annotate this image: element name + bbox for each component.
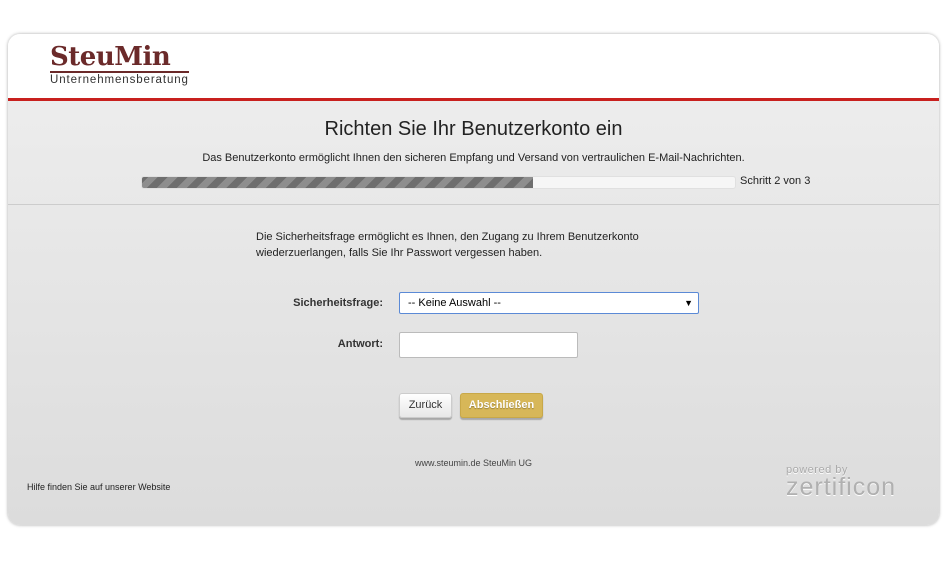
select-value: -- Keine Auswahl -- — [408, 297, 501, 309]
page-title: Richten Sie Ihr Benutzerkonto ein — [324, 118, 623, 140]
info-text: Die Sicherheitsfrage ermöglicht es Ihnen… — [256, 231, 639, 259]
answer-input[interactable] — [399, 332, 578, 358]
setup-card: SteuMin Unternehmensberatung Richten Sie… — [8, 34, 939, 525]
page-subtitle: Das Benutzerkonto ermöglicht Ihnen den s… — [202, 152, 745, 164]
help-text[interactable]: Hilfe finden Sie auf unserer Website — [27, 482, 170, 492]
header: SteuMin Unternehmensberatung — [8, 34, 939, 101]
zertificon-logo: powered by zertificon — [786, 464, 897, 501]
divider — [8, 204, 939, 205]
finish-button[interactable]: Abschließen — [460, 393, 543, 418]
logo-name: SteuMin — [50, 44, 189, 73]
zertificon-name: zertificon — [786, 473, 897, 501]
steumin-logo: SteuMin Unternehmensberatung — [50, 44, 189, 86]
answer-label: Antwort: — [337, 338, 383, 350]
progress-fill — [142, 177, 534, 188]
back-button[interactable]: Zurück — [399, 393, 452, 418]
dropdown-arrow-icon: ▼ — [684, 298, 693, 308]
progress-bar — [141, 176, 736, 189]
security-question-label: Sicherheitsfrage: — [293, 297, 383, 309]
security-question-select[interactable]: -- Keine Auswahl -- ▼ — [399, 292, 699, 314]
logo-tagline: Unternehmensberatung — [50, 74, 189, 86]
step-label: Schritt 2 von 3 — [740, 175, 811, 187]
